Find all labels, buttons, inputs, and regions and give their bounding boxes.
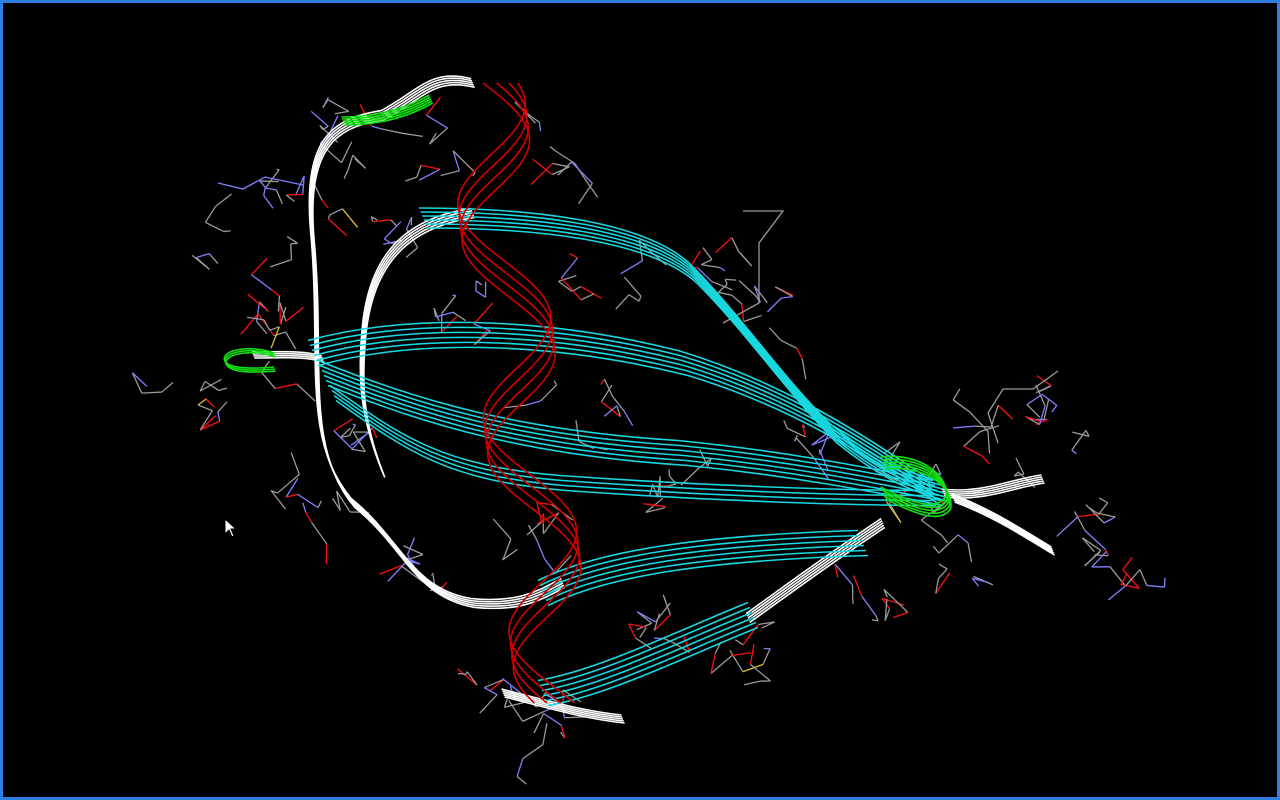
turn-ribbons	[223, 94, 952, 518]
alpha-helix-ribbon	[456, 82, 582, 704]
coil-ribbons	[251, 75, 1056, 724]
helix-coils	[456, 82, 582, 704]
mouse-pointer-icon	[224, 518, 238, 538]
molecular-viewer-window[interactable]	[0, 0, 1280, 800]
coil-right-upper	[941, 474, 1045, 499]
molecule-3d-canvas[interactable]	[6, 6, 1280, 800]
coil-right-lower	[951, 493, 1056, 556]
residue-sidechains	[131, 96, 1166, 785]
sheet-strand-3	[317, 359, 944, 507]
beta-sheet-ribbons	[307, 207, 948, 707]
turn-left	[223, 347, 277, 373]
